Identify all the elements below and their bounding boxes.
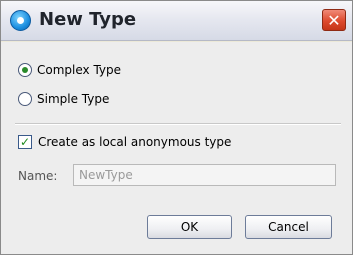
local-anonymous-label: Create as local anonymous type <box>38 135 232 149</box>
app-icon <box>10 10 31 31</box>
simple-type-radio[interactable] <box>18 92 32 106</box>
name-input[interactable]: NewType <box>73 164 336 186</box>
simple-type-label: Simple Type <box>37 92 110 106</box>
divider <box>15 123 341 125</box>
title-bar[interactable]: New Type ✕ <box>1 1 352 41</box>
check-icon: ✓ <box>19 135 31 149</box>
dialog-content: Complex Type Simple Type ✓ Create as loc… <box>1 42 352 254</box>
close-icon: ✕ <box>327 10 341 30</box>
cancel-button[interactable]: Cancel <box>245 215 332 239</box>
simple-type-radio-row[interactable]: Simple Type <box>18 92 109 106</box>
complex-type-label: Complex Type <box>37 63 122 77</box>
name-label: Name: <box>18 169 58 183</box>
ok-button[interactable]: OK <box>147 215 232 239</box>
local-anonymous-checkbox-row[interactable]: ✓ Create as local anonymous type <box>18 135 231 149</box>
close-button[interactable]: ✕ <box>322 9 346 31</box>
new-type-dialog: New Type ✕ Complex Type Simple Type ✓ Cr… <box>0 0 353 255</box>
local-anonymous-checkbox[interactable]: ✓ <box>18 135 32 149</box>
complex-type-radio[interactable] <box>18 63 32 77</box>
dialog-title: New Type <box>39 9 137 30</box>
complex-type-radio-row[interactable]: Complex Type <box>18 63 121 77</box>
